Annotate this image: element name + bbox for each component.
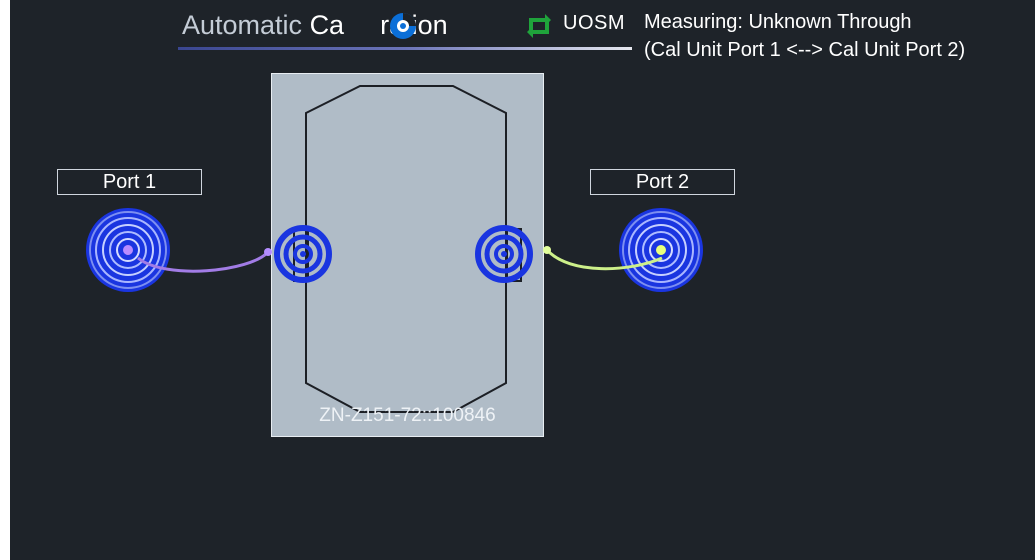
cable-port-2 <box>545 248 663 271</box>
calibration-panel: Automatic Caration UOSM Measuring: Unkno… <box>0 0 1035 560</box>
cal-unit-serial: ZN-Z151-72::100846 <box>319 405 496 426</box>
cable-port-1 <box>137 250 270 273</box>
cable-port-2-end <box>543 246 551 254</box>
cable-port-1-end <box>264 248 272 256</box>
connection-diagram <box>137 85 663 413</box>
cal-unit-port-1-connector <box>274 225 332 283</box>
cal-unit-port-2-connector <box>475 225 533 283</box>
